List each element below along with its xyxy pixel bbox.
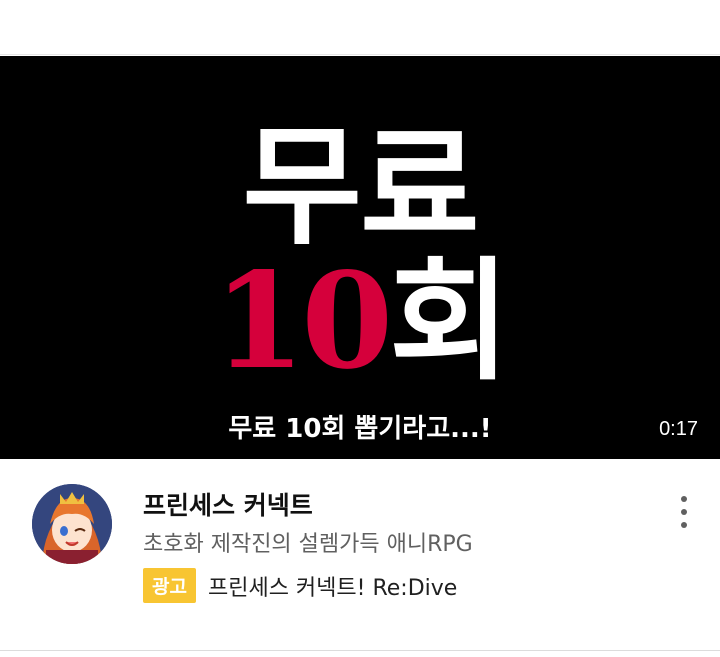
video-duration: 0:17 (659, 418, 698, 440)
anime-character-avatar-icon (32, 484, 112, 564)
more-dot (681, 496, 687, 502)
video-thumbnail[interactable]: 무료 10회 무료 10회 뽑기라고...! 0:17 (0, 56, 720, 459)
ad-app-name: 프린세스 커넥트! Re:Dive (207, 575, 458, 601)
ad-label-row: 광고 프린세스 커넥트! Re:Dive (143, 568, 457, 603)
headline-line1: 무료 (242, 111, 479, 263)
bottom-divider (0, 650, 720, 651)
more-dot (681, 522, 687, 528)
channel-avatar[interactable] (32, 484, 112, 564)
headline-number: 10 (213, 244, 393, 399)
headline-line2: 10회 (0, 256, 720, 389)
headline-suffix: 회 (389, 245, 510, 399)
video-caption: 무료 10회 뽑기라고...! (228, 414, 492, 444)
ad-description: 초호화 제작진의 설렘가득 애니RPG (143, 532, 473, 557)
ad-title[interactable]: 프린세스 커넥트 (143, 486, 313, 522)
ad-badge: 광고 (143, 568, 196, 603)
ad-info-row[interactable]: 프린세스 커넥트 초호화 제작진의 설렘가득 애니RPG 광고 프린세스 커넥트… (0, 460, 720, 650)
top-divider (0, 54, 720, 55)
more-vert-icon[interactable] (672, 496, 696, 528)
more-dot (681, 509, 687, 515)
